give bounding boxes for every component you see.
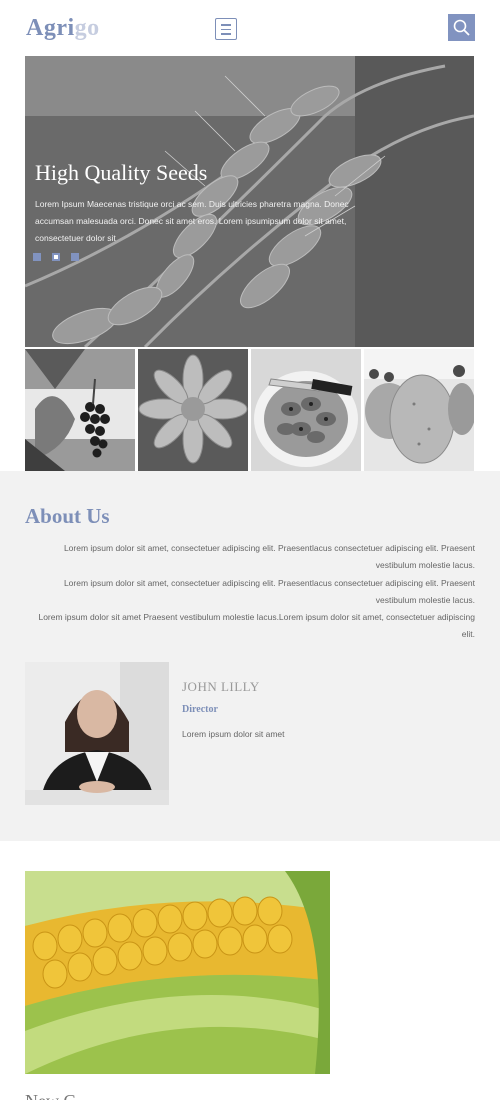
vegetables-bowl-image[interactable] xyxy=(251,349,361,471)
about-section: About Us Lorem ipsum dolor sit amet, con… xyxy=(0,471,500,841)
person-description: Lorem ipsum dolor sit amet xyxy=(182,729,285,739)
site-header: Agrigo xyxy=(0,0,500,56)
slider-dot[interactable] xyxy=(71,253,79,261)
slider-dot-active[interactable] xyxy=(52,253,60,261)
slider-dot[interactable] xyxy=(33,253,41,261)
hero-slider: High Quality Seeds Lorem Ipsum Maecenas … xyxy=(25,56,474,347)
logo-text-primary: Agri xyxy=(26,15,75,41)
hamburger-menu-button[interactable] xyxy=(215,18,237,40)
corn-image[interactable] xyxy=(25,871,330,1074)
person-photo xyxy=(25,662,169,805)
person-name: JOHN LILLY xyxy=(182,679,260,694)
menu-bar-icon xyxy=(221,33,231,35)
product-thumbnails xyxy=(25,349,474,471)
hero-title: High Quality Seeds xyxy=(35,160,208,185)
menu-bar-icon xyxy=(221,28,231,30)
site-logo[interactable]: Agrigo xyxy=(26,15,100,42)
menu-bar-icon xyxy=(221,24,231,26)
about-paragraph: Lorem ipsum dolor sit amet Praesent vest… xyxy=(38,612,475,639)
person-role: Director xyxy=(182,704,218,715)
search-icon xyxy=(453,19,470,36)
about-paragraph: Lorem ipsum dolor sit amet, consectetuer… xyxy=(63,543,475,570)
grapes-image[interactable] xyxy=(25,349,135,471)
potatoes-image[interactable] xyxy=(364,349,474,471)
next-section-title: New C xyxy=(25,1091,76,1100)
flower-image[interactable] xyxy=(138,349,248,471)
search-button[interactable] xyxy=(448,14,475,41)
about-paragraph: Lorem ipsum dolor sit amet, consectetuer… xyxy=(63,578,475,605)
hero-description: Lorem Ipsum Maecenas tristique orci ac s… xyxy=(35,199,349,243)
logo-text-secondary: go xyxy=(74,15,100,41)
about-title: About Us xyxy=(25,504,110,528)
